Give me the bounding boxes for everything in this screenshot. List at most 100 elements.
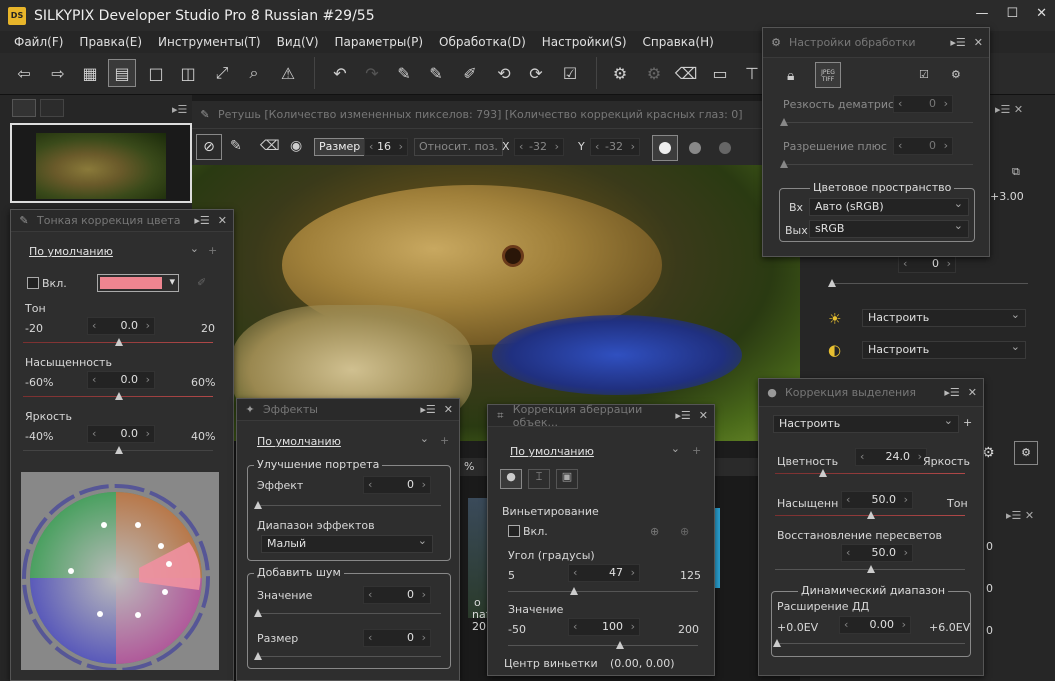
auto-correct-icon[interactable]: ⚙ bbox=[1014, 441, 1038, 465]
redo-icon[interactable]: ↷ bbox=[358, 59, 386, 87]
angle-slider[interactable] bbox=[570, 587, 578, 595]
noise-value-spinner[interactable]: 0 bbox=[363, 586, 431, 604]
grid-view-icon[interactable]: ▦ bbox=[76, 59, 104, 87]
saturation-slider[interactable] bbox=[115, 392, 123, 400]
panel-menu-icon[interactable]: ▸☰ bbox=[950, 36, 965, 49]
dropper2-icon[interactable]: ✎ bbox=[422, 59, 450, 87]
saturation-spinner[interactable]: 0.0 bbox=[87, 371, 155, 389]
angle-spinner[interactable]: 47 bbox=[568, 564, 640, 582]
color-wheel[interactable] bbox=[21, 472, 219, 672]
color-wheel-box[interactable] bbox=[21, 472, 219, 672]
panel-close-icon[interactable]: ✕ bbox=[218, 214, 227, 227]
chroma-spinner[interactable]: 24.0 bbox=[855, 448, 927, 466]
menu-settings[interactable]: Настройки(S) bbox=[542, 35, 627, 49]
right-adjust-dropdown-1[interactable]: Настроить bbox=[862, 307, 1026, 327]
input-colorspace-dropdown[interactable]: Авто (sRGB) bbox=[809, 196, 969, 216]
effect-slider[interactable] bbox=[254, 501, 262, 509]
menu-file[interactable]: Файл(F) bbox=[14, 35, 63, 49]
dropper3-icon[interactable]: ✐ bbox=[456, 59, 484, 87]
y-spinner[interactable]: -32 bbox=[590, 138, 640, 156]
aberration-preset[interactable]: По умолчанию bbox=[504, 441, 686, 461]
add-preset-icon[interactable]: + bbox=[963, 416, 972, 429]
resolution-spinner[interactable]: 0 bbox=[893, 137, 953, 155]
menu-edit[interactable]: Правка(E) bbox=[79, 35, 142, 49]
menu-tools[interactable]: Инструменты(T) bbox=[158, 35, 261, 49]
side-panel-menu-icon[interactable]: ▸☰ ✕ bbox=[1006, 509, 1034, 522]
panel-menu-icon[interactable]: ▸☰ bbox=[944, 386, 959, 399]
rotate-left-icon[interactable]: ⟲ bbox=[490, 59, 518, 87]
panel-close-icon[interactable]: ✕ bbox=[699, 409, 708, 422]
noise-value-slider[interactable] bbox=[254, 609, 262, 617]
heal-tool-icon[interactable]: ⊘ bbox=[196, 134, 222, 160]
crosshair-icon[interactable]: ⊕ bbox=[650, 525, 659, 538]
batch-icon[interactable]: ⚙ bbox=[640, 59, 668, 87]
resolution-slider[interactable] bbox=[780, 160, 788, 168]
panel-close-icon[interactable]: ✕ bbox=[968, 386, 977, 399]
brush-hard-icon[interactable] bbox=[652, 135, 678, 161]
menu-view[interactable]: Вид(V) bbox=[277, 35, 319, 49]
menu-processing[interactable]: Обработка(D) bbox=[439, 35, 526, 49]
color-swatch-picker[interactable]: ▾ bbox=[97, 274, 179, 292]
output-colorspace-dropdown[interactable]: sRGB bbox=[809, 218, 969, 238]
hl-saturation-slider[interactable] bbox=[867, 511, 875, 519]
prev-image-icon[interactable]: ⇦ bbox=[10, 59, 38, 87]
checkmark-icon[interactable]: ☑ bbox=[556, 59, 584, 87]
fine-color-enable-checkbox[interactable] bbox=[27, 277, 39, 289]
panel-menu-icon[interactable]: ▸☰ bbox=[172, 103, 187, 116]
hl-saturation-spinner[interactable]: 50.0 bbox=[841, 491, 913, 509]
undo-icon[interactable]: ↶ bbox=[326, 59, 354, 87]
right-panel-menu-icon[interactable]: ▸☰ ✕ bbox=[995, 103, 1023, 116]
batch-settings-icon[interactable]: ⚙ bbox=[951, 68, 961, 81]
brush-soft-icon[interactable] bbox=[719, 142, 731, 154]
dropper-icon[interactable]: ✐ bbox=[197, 276, 206, 289]
vignette-value-slider[interactable] bbox=[616, 641, 624, 649]
demosaic-spinner[interactable]: 0 bbox=[893, 95, 953, 113]
monitor-icon[interactable]: ▭ bbox=[706, 59, 734, 87]
panel-close-icon[interactable]: ✕ bbox=[444, 403, 453, 416]
add-preset-icon[interactable]: + bbox=[440, 434, 449, 447]
restore-highlights-slider[interactable] bbox=[867, 565, 875, 573]
warning-icon[interactable]: ⚠ bbox=[274, 59, 302, 87]
filmstrip-view-icon[interactable]: ▤ bbox=[108, 59, 136, 87]
add-preset-icon[interactable]: + bbox=[208, 244, 217, 257]
close-button[interactable]: ✕ bbox=[1036, 6, 1047, 21]
single-view-icon[interactable]: □ bbox=[142, 59, 170, 87]
zoom-icon[interactable]: ⌕ bbox=[240, 59, 268, 87]
vignetting-enable-checkbox[interactable] bbox=[508, 525, 520, 537]
rotate-right-icon[interactable]: ⟳ bbox=[522, 59, 550, 87]
panel-menu-icon[interactable]: ▸☰ bbox=[675, 409, 690, 422]
fine-color-preset[interactable]: По умолчанию bbox=[23, 241, 205, 261]
fullscreen-icon[interactable]: ⤢ bbox=[208, 59, 236, 87]
relative-pos-button[interactable]: Относит. поз. bbox=[414, 138, 503, 156]
chroma-slider[interactable] bbox=[819, 469, 827, 477]
dropper-icon[interactable]: ✎ bbox=[390, 59, 418, 87]
brightness-slider[interactable] bbox=[115, 446, 123, 454]
demosaic-slider[interactable] bbox=[780, 118, 788, 126]
develop-settings-icon[interactable]: ⚙ bbox=[606, 59, 634, 87]
size-button[interactable]: Размер bbox=[314, 138, 366, 156]
menu-help[interactable]: Справка(H) bbox=[643, 35, 714, 49]
effect-range-dropdown[interactable]: Малый bbox=[261, 533, 433, 553]
panel-close-icon[interactable]: ✕ bbox=[974, 36, 983, 49]
pin-tab-icon[interactable] bbox=[40, 99, 64, 117]
dr-slider[interactable] bbox=[773, 639, 781, 647]
ev-icon[interactable]: ⧉ bbox=[1012, 165, 1020, 179]
distortion-tab-icon[interactable]: ⌶ bbox=[528, 469, 550, 489]
hue-spinner[interactable]: 0.0 bbox=[87, 317, 155, 335]
brush-medium-icon[interactable] bbox=[689, 142, 701, 154]
crosshair-reset-icon[interactable]: ⊕ bbox=[680, 525, 689, 538]
chromatic-tab-icon[interactable]: ▣ bbox=[556, 469, 578, 489]
eraser-icon[interactable]: ⌫ bbox=[672, 59, 700, 87]
restore-highlights-spinner[interactable]: 50.0 bbox=[841, 544, 913, 562]
dr-spinner[interactable]: 0.00 bbox=[839, 616, 911, 634]
lock-icon[interactable]: 🔒︎ bbox=[787, 68, 794, 84]
brush-tool-icon[interactable]: ✎ bbox=[230, 138, 242, 154]
filmstrip-tab-icon[interactable] bbox=[12, 99, 36, 117]
check-icon[interactable]: ☑ bbox=[919, 68, 929, 81]
x-spinner[interactable]: -32 bbox=[514, 138, 564, 156]
right-zero-spinner[interactable]: 0 bbox=[898, 255, 956, 273]
menu-parameters[interactable]: Параметры(P) bbox=[335, 35, 423, 49]
panel-menu-icon[interactable]: ▸☰ bbox=[194, 214, 209, 227]
effect-spinner[interactable]: 0 bbox=[363, 476, 431, 494]
vignette-tab-icon[interactable]: ● bbox=[500, 469, 522, 489]
